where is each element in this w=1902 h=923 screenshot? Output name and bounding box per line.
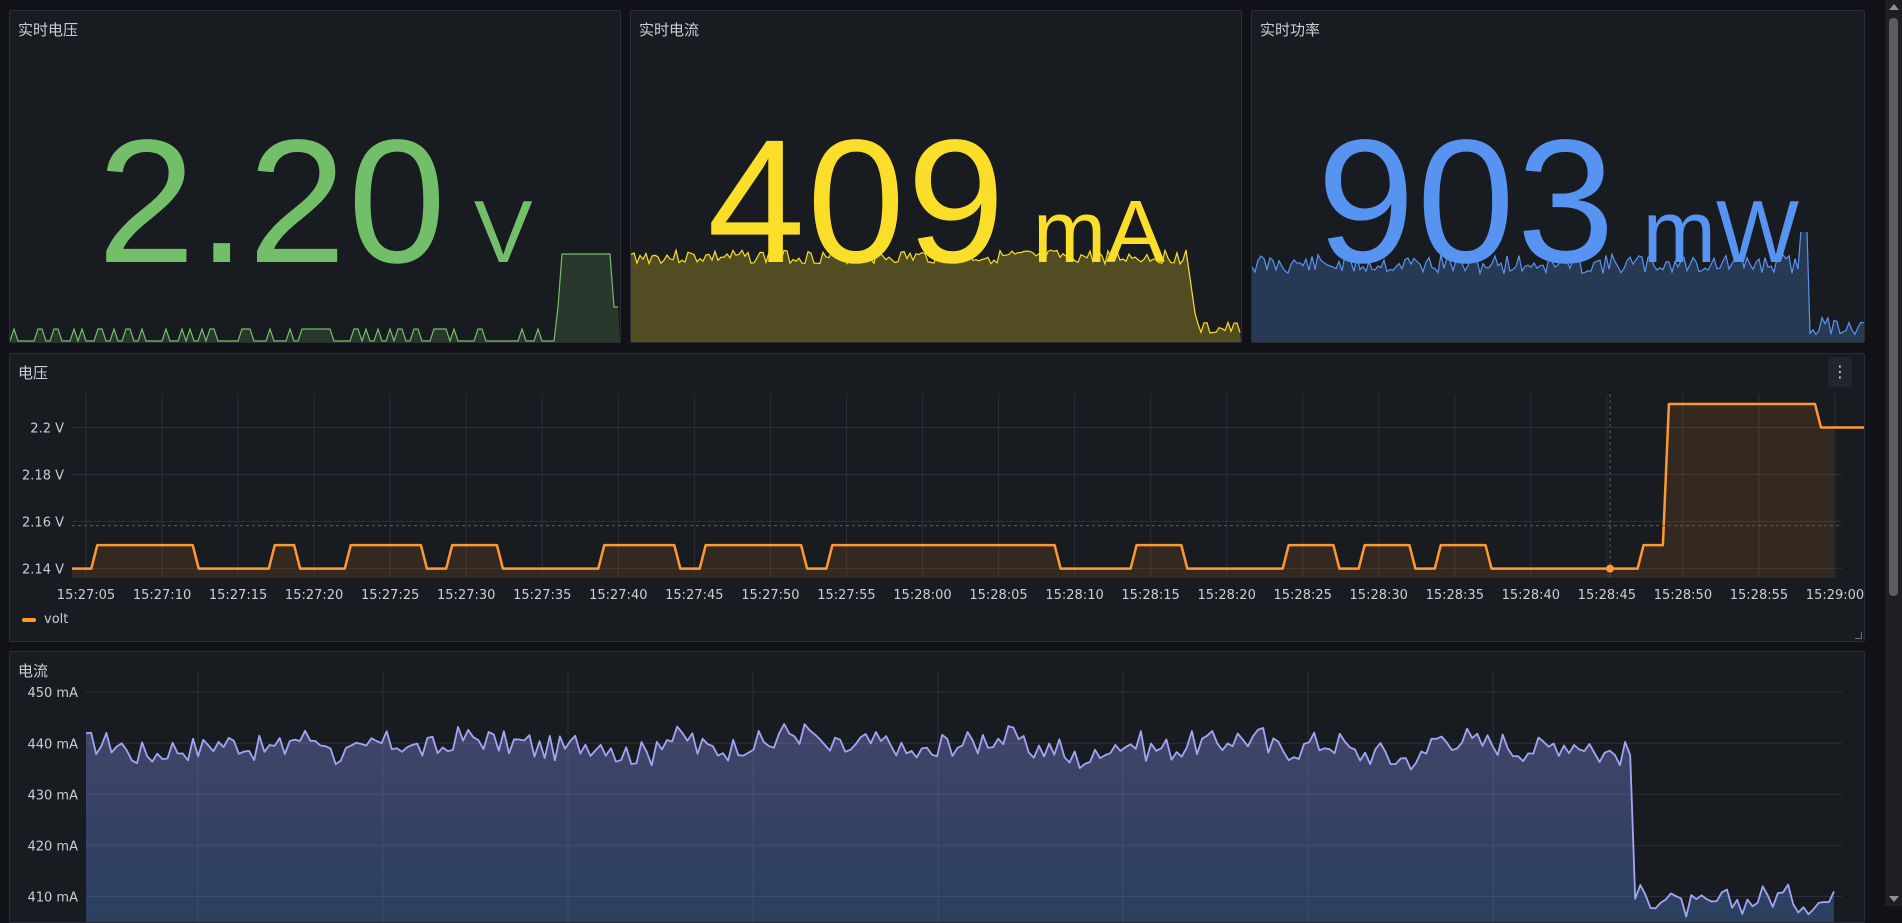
x-tick-label: 15:28:35 bbox=[1426, 588, 1484, 603]
x-tick-label: 15:29:00 bbox=[1806, 588, 1864, 603]
current-unit: mA bbox=[1032, 182, 1165, 281]
x-tick-label: 15:28:15 bbox=[1121, 588, 1179, 603]
y-tick-label: 430 mA bbox=[27, 788, 78, 803]
y-tick-label: 2.14 V bbox=[22, 563, 64, 578]
y-tick-label: 440 mA bbox=[27, 737, 78, 752]
current-value: 409 bbox=[707, 104, 1007, 300]
voltage-chart[interactable]: 2.14 V 2.16 V 2.18 V 2.2 V 15:27:05 15:27:10 1… bbox=[10, 354, 1864, 641]
stat-panel-power[interactable]: 实时功率 903 mW bbox=[1251, 10, 1865, 343]
legend-swatch bbox=[22, 617, 36, 622]
legend-label: volt bbox=[44, 612, 69, 627]
x-tick-label: 15:27:45 bbox=[665, 588, 723, 603]
voltage-value: 2.20 bbox=[97, 104, 448, 300]
stat-panel-voltage[interactable]: 实时电压 2.20 V bbox=[9, 10, 621, 343]
y-tick-label: 2.2 V bbox=[30, 422, 64, 437]
panel-title: 实时电流 bbox=[639, 21, 700, 39]
voltage-unit: V bbox=[473, 182, 533, 281]
x-tick-label: 15:28:30 bbox=[1350, 588, 1408, 603]
x-tick-label: 15:27:25 bbox=[361, 588, 419, 603]
x-tick-label: 15:28:10 bbox=[1045, 588, 1103, 603]
x-tick-label: 15:27:05 bbox=[57, 588, 115, 603]
x-tick-label: 15:28:40 bbox=[1502, 588, 1560, 603]
panel-title: 实时功率 bbox=[1260, 21, 1321, 39]
volt-series-line bbox=[72, 402, 1864, 570]
x-tick-label: 15:28:25 bbox=[1274, 588, 1332, 603]
resize-handle[interactable] bbox=[1855, 632, 1862, 639]
x-tick-label: 15:27:50 bbox=[741, 588, 799, 603]
x-tick-label: 15:28:55 bbox=[1730, 588, 1788, 603]
x-tick-label: 15:27:40 bbox=[589, 588, 647, 603]
x-tick-label: 15:28:45 bbox=[1578, 588, 1636, 603]
stat-panel-current[interactable]: 实时电流 409 mA bbox=[630, 10, 1242, 343]
scroll-up-arrow-icon[interactable] bbox=[1889, 4, 1899, 10]
panel-title: 实时电压 bbox=[18, 21, 79, 39]
power-stat-value: 903 mW bbox=[1252, 101, 1864, 303]
current-area bbox=[86, 724, 1834, 922]
x-tick-label: 15:27:10 bbox=[133, 588, 191, 603]
x-tick-label: 15:27:20 bbox=[285, 588, 343, 603]
volt-area bbox=[72, 404, 1864, 578]
power-unit: mW bbox=[1642, 182, 1800, 281]
y-tick-label: 2.16 V bbox=[22, 516, 64, 531]
page-scrollbar[interactable] bbox=[1885, 0, 1902, 906]
y-tick-label: 420 mA bbox=[27, 839, 78, 854]
x-tick-label: 15:27:15 bbox=[209, 588, 267, 603]
y-tick-label: 410 mA bbox=[27, 890, 78, 905]
x-tick-label: 15:28:50 bbox=[1654, 588, 1712, 603]
panel-title: 电压 bbox=[18, 364, 49, 382]
x-tick-label: 15:27:30 bbox=[437, 588, 495, 603]
voltage-stat-value: 2.20 V bbox=[10, 101, 620, 303]
current-chart[interactable]: 410 mA 420 mA 430 mA 440 mA 450 mA bbox=[10, 652, 1864, 922]
x-tick-label: 15:28:05 bbox=[969, 588, 1027, 603]
hover-point bbox=[1606, 564, 1614, 573]
legend[interactable]: volt bbox=[22, 612, 68, 627]
scroll-thumb[interactable] bbox=[1889, 18, 1898, 596]
x-tick-label: 15:27:35 bbox=[513, 588, 571, 603]
panel-title: 电流 bbox=[18, 662, 49, 680]
scroll-down-arrow-icon[interactable] bbox=[1889, 896, 1899, 902]
y-tick-label: 450 mA bbox=[27, 686, 78, 701]
current-timeseries-panel[interactable]: 电流 410 mA 420 mA 430 mA 440 mA 450 mA bbox=[9, 651, 1865, 923]
current-stat-value: 409 mA bbox=[631, 101, 1241, 303]
x-tick-label: 15:28:20 bbox=[1197, 588, 1255, 603]
voltage-timeseries-panel[interactable]: 电压 ⋮ 2.14 V 2.16 V 2.18 V 2.2 V 15:27:05 15:2… bbox=[9, 353, 1865, 642]
x-tick-label: 15:27:55 bbox=[817, 588, 875, 603]
power-value: 903 bbox=[1316, 104, 1617, 300]
x-tick-label: 15:28:00 bbox=[893, 588, 951, 603]
y-tick-label: 2.18 V bbox=[22, 469, 64, 484]
